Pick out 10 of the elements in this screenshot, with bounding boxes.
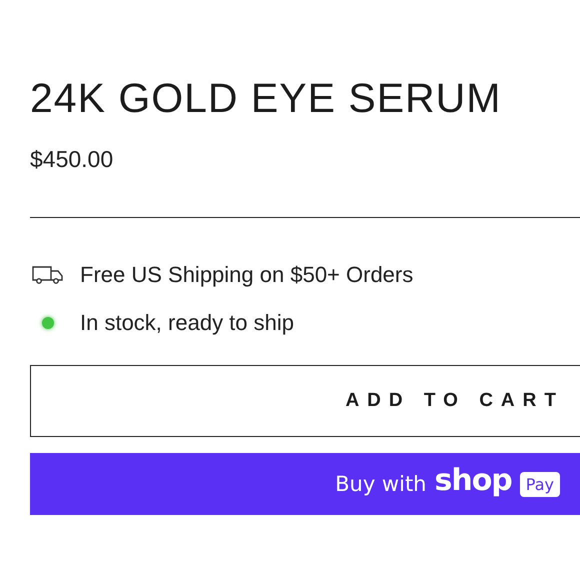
pay-badge: Pay bbox=[520, 472, 560, 496]
truck-icon bbox=[32, 265, 64, 285]
shop-pay-button[interactable]: Buy with shop Pay bbox=[30, 453, 580, 515]
buy-with-text: Buy with bbox=[335, 472, 426, 496]
shipping-info-text: Free US Shipping on $50+ Orders bbox=[80, 262, 414, 288]
product-title: 24K GOLD EYE SERUM bbox=[30, 74, 502, 123]
add-to-cart-button[interactable]: ADD TO CART bbox=[30, 365, 580, 437]
product-price: $450.00 bbox=[30, 145, 114, 174]
stock-status-text: In stock, ready to ship bbox=[80, 310, 294, 336]
shop-logo: shop bbox=[434, 466, 512, 496]
